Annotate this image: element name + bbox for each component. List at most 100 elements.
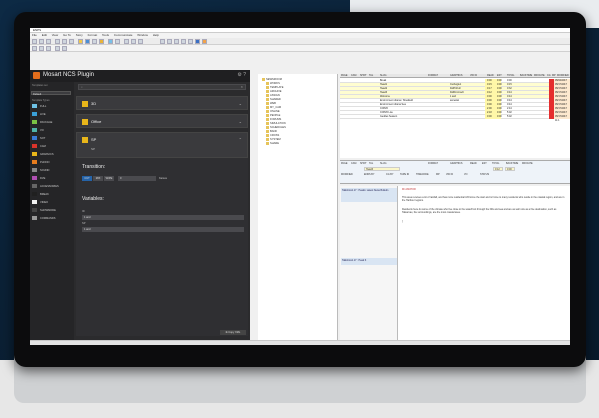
column-header[interactable]: SHOT [360,74,367,78]
chevron-down-icon[interactable]: ⌄ [239,119,242,124]
column-header[interactable]: CG [547,74,551,78]
down-icon[interactable] [62,46,67,51]
section-sp[interactable]: SP ⌃ SP [76,132,248,158]
column-header[interactable]: BACKTIME [520,74,532,78]
template-type-item[interactable]: ACCESSORIES [32,184,73,190]
column-header[interactable]: MODIFIED [557,74,569,78]
tree-folder-item[interactable]: SCHEDULES [266,126,286,129]
pencil-icon[interactable] [115,39,120,44]
settings-icon[interactable]: ⚙ [237,72,241,78]
new-icon[interactable] [32,39,37,44]
template-type-item[interactable]: VIDEO [32,200,73,206]
template-type-item[interactable]: SOUND [32,168,73,174]
home-icon[interactable] [46,46,51,51]
story-est-field[interactable]: 0:00 [505,167,515,171]
transition-wipe-button[interactable]: WIPE [104,176,114,181]
column-header[interactable]: TAL [369,74,373,78]
template-search-input[interactable]: ⌕ ✕ [78,84,246,90]
paste-icon[interactable] [69,39,74,44]
template-type-item[interactable]: FULL [32,104,73,110]
tree-folder-item[interactable]: SHARED [266,98,281,101]
column-header[interactable]: READ [487,74,494,78]
mosart-icon[interactable] [202,39,207,44]
column-header[interactable]: SLUG [380,74,387,78]
transition-frames-input[interactable]: 0 [118,176,156,181]
list-icon[interactable] [167,39,172,44]
story-slug-field[interactable]: Head3 [364,167,400,171]
tree-folder-item[interactable]: BANK [266,130,277,133]
templates-set-select[interactable]: Default [31,91,71,96]
chevron-down-icon[interactable]: ⌄ [239,101,242,106]
column-header[interactable]: VID ID [470,74,477,78]
template-type-item[interactable]: DVE [32,176,73,182]
tree-folder-item[interactable]: ASSIGN [266,94,280,97]
chevron-up-icon[interactable]: ⌃ [239,137,242,142]
link-icon[interactable] [188,39,193,44]
tree-folder-item[interactable]: PEOPLE [266,114,280,117]
tree-folder-item[interactable]: ARCHIVE [266,90,282,93]
open-icon[interactable] [39,39,44,44]
column-header[interactable]: CAM [351,74,356,78]
template-type-item[interactable]: PACKAGE [32,120,73,126]
story-read-field[interactable]: 0:12 [493,167,503,171]
tree-folder-item[interactable]: MY_CAM [266,106,281,109]
save-icon[interactable] [46,39,51,44]
template-type-item[interactable]: BREAK [32,192,73,198]
tree-folder-item[interactable]: ONLINE [266,110,280,113]
grid-icon[interactable] [160,39,165,44]
transition-cut-button[interactable]: CUT [82,176,92,181]
monitor-icon[interactable] [108,39,113,44]
italic-icon[interactable] [138,39,143,44]
story-editor[interactable]: Mr ANCHOR This area receives a lot of ra… [398,186,570,340]
copy-icon[interactable] [62,39,67,44]
lock-icon[interactable] [99,39,104,44]
tree-folder-item[interactable]: NEWSROOM [262,78,282,81]
tree-folder-item[interactable]: WEB [266,102,276,105]
tree-folder-item[interactable]: SYSTEM [266,138,281,141]
tree-folder-item[interactable]: CROSS [266,134,279,137]
template-type-item[interactable]: COMMANDS [32,216,73,222]
forward-icon[interactable] [39,46,44,51]
tree-folder-item[interactable]: FORUMS [266,118,281,121]
column-header[interactable]: MR DATE [534,74,545,78]
up-icon[interactable] [55,46,60,51]
folder-icon[interactable] [78,39,83,44]
template-type-item[interactable]: SHOWMODE [32,208,73,214]
column-header[interactable]: EST [497,74,502,78]
story-tab-bulletin[interactable]: Talkshow1.17 : Heads: Latest News Bullet… [341,188,397,202]
template-type-item[interactable]: GRAPHICS [32,152,73,158]
plugin-icon[interactable] [195,39,200,44]
tree-folder-item[interactable]: SHARE [266,142,279,145]
var2-input[interactable]: 1 and [82,227,244,232]
column-header[interactable]: FORMAT [428,74,438,78]
search-clear-icon[interactable]: ✕ [240,85,243,89]
print-icon[interactable] [92,39,97,44]
transition-mix-button[interactable]: MIX [93,176,103,181]
help-icon[interactable]: ? [243,72,246,78]
template-type-item[interactable]: VO [32,128,73,134]
var1-input[interactable]: 1 and [82,215,244,220]
tree-folder-item[interactable]: SIMULATION [266,122,286,125]
send-icon[interactable] [85,39,90,44]
bold-icon[interactable] [131,39,136,44]
story-tab-head3[interactable]: Talkshow1.17 : Head 3 [341,258,397,265]
rundown-row[interactable]: Geddes Season 0:00 0:00 5:02 05/17/2017 11:1 [340,115,570,122]
cut-icon[interactable] [55,39,60,44]
template-type-item[interactable]: LIVE [32,112,73,118]
template-type-item[interactable]: CAM [32,144,73,150]
sort-icon[interactable] [174,39,179,44]
find-icon[interactable] [124,39,129,44]
tree-folder-item[interactable]: WORKS [266,82,280,85]
tree-folder-item[interactable]: TEMPLATE [266,86,284,89]
column-header[interactable]: PAGE [341,74,347,78]
section-office[interactable]: Office ⌄ [76,114,248,128]
template-type-item[interactable]: SOT [32,136,73,142]
column-header[interactable]: MP [552,74,556,78]
copy-xml-button[interactable]: ⧉ Copy XML [220,330,246,335]
back-icon[interactable] [32,46,37,51]
template-type-item[interactable]: PHONO [32,160,73,166]
column-header[interactable]: GRAPHICS [450,74,463,78]
section-3d[interactable]: 3D ⌄ [76,96,248,110]
column-header[interactable]: TOTAL [507,74,514,78]
filter-icon[interactable] [181,39,186,44]
